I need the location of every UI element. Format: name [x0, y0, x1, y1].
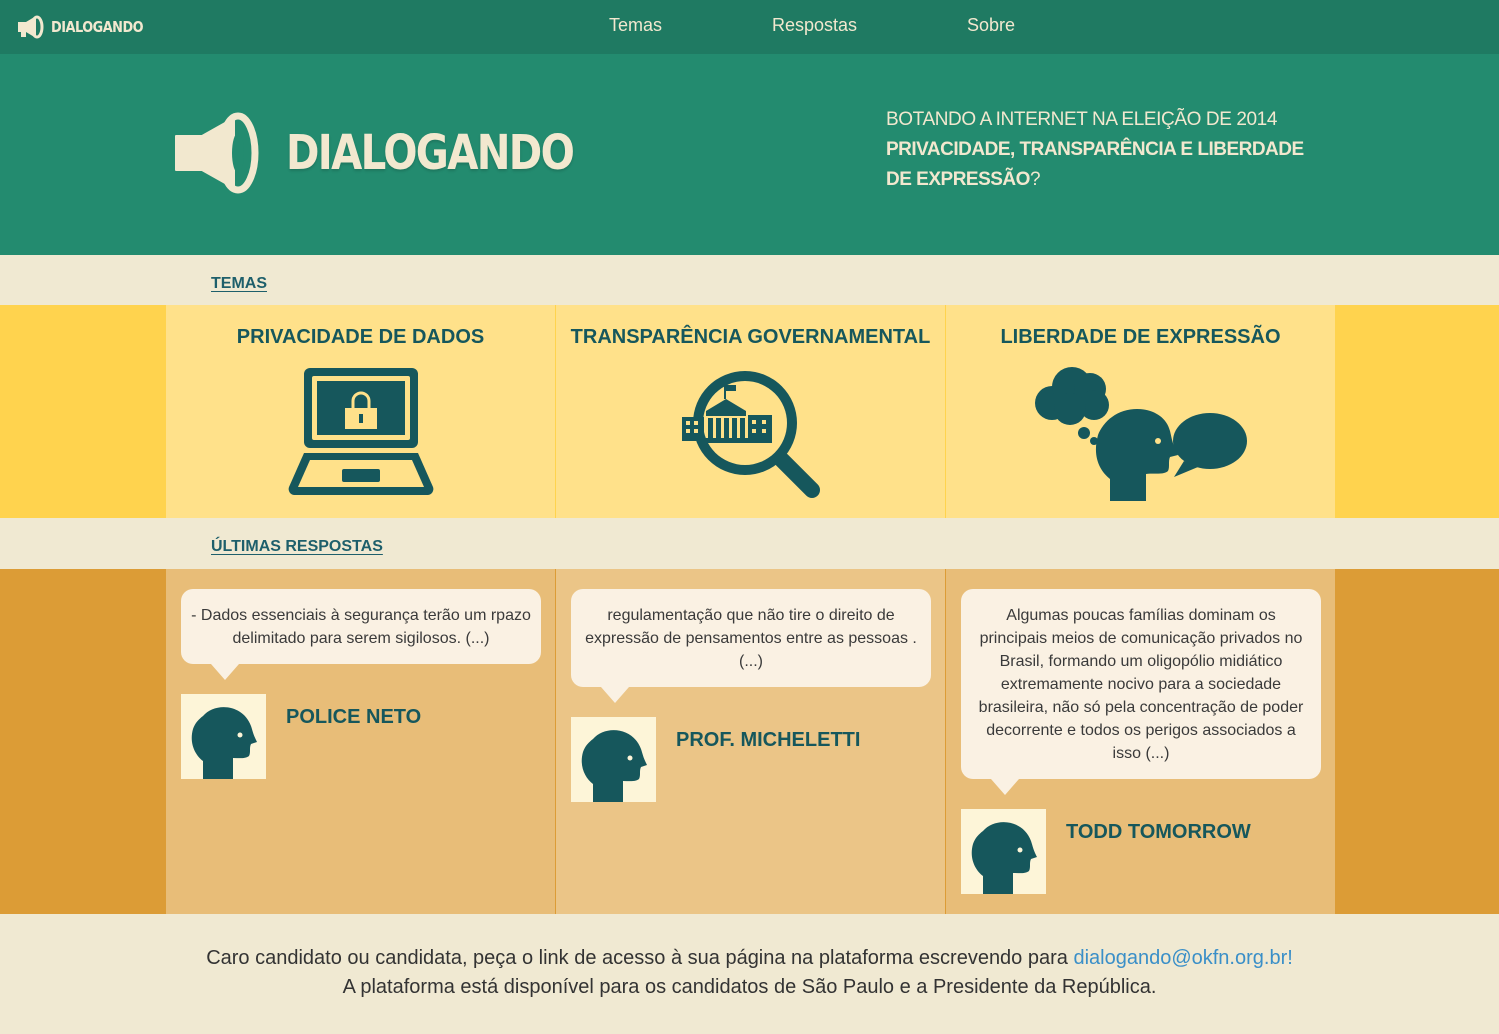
contact-email-link[interactable]: dialogando@okfn.org.br!	[1073, 947, 1292, 969]
resposta-card[interactable]: Algumas poucas famílias dominam os princ…	[946, 569, 1335, 914]
magnifier-government-icon	[682, 371, 820, 498]
quote-bubble: - Dados essenciais à segurança terão um …	[181, 589, 541, 680]
head-thought-speech-icon	[1035, 367, 1247, 501]
quote-bubble: Algumas poucas famílias dominam os princ…	[961, 589, 1321, 795]
resposta-card[interactable]: - Dados essenciais à segurança terão um …	[166, 569, 555, 914]
brand-link[interactable]: DIALOGANDO	[16, 14, 158, 40]
quote-bubble: regulamentação que não tire o direito de…	[571, 589, 931, 703]
tagline-line-1: BOTANDO A INTERNET NA ELEIÇÃO DE 2014	[886, 109, 1278, 130]
footer-text: Caro candidato ou candidata, peça o link…	[206, 947, 1074, 969]
author-name[interactable]: TODD TOMORROW	[1066, 821, 1251, 844]
section-label-temas[interactable]: TEMAS	[211, 275, 267, 293]
laptop-lock-icon	[288, 368, 434, 495]
footer-line-2: A plataforma está disponível para os can…	[342, 976, 1157, 998]
footer-line-1: Caro candidato ou candidata, peça o link…	[0, 944, 1499, 973]
avatar	[571, 717, 656, 802]
author-name[interactable]: POLICE NETO	[286, 706, 421, 729]
top-navbar: DIALOGANDO Temas Respostas Sobre	[0, 0, 1499, 54]
head-icon	[191, 707, 257, 779]
avatar	[961, 809, 1046, 894]
tema-title: TRANSPARÊNCIA GOVERNAMENTAL	[570, 326, 931, 348]
nav-link-sobre[interactable]: Sobre	[967, 15, 1015, 36]
tema-card-liberdade[interactable]: LIBERDADE DE EXPRESSÃO	[946, 305, 1335, 518]
avatar	[181, 694, 266, 779]
megaphone-icon	[18, 15, 44, 39]
hero-title: DIALOGANDO	[286, 125, 575, 181]
author-name[interactable]: PROF. MICHELETTI	[676, 729, 860, 752]
tema-card-privacidade[interactable]: PRIVACIDADE DE DADOS	[166, 305, 555, 518]
hero-tagline: BOTANDO A INTERNET NA ELEIÇÃO DE 2014 PR…	[886, 105, 1326, 195]
footer: Caro candidato ou candidata, peça o link…	[0, 944, 1499, 1002]
tema-title: LIBERDADE DE EXPRESSÃO	[1000, 326, 1281, 348]
head-icon	[971, 822, 1037, 894]
head-icon	[581, 730, 647, 802]
resposta-card[interactable]: regulamentação que não tire o direito de…	[556, 569, 945, 914]
hero-logo: DIALOGANDO	[172, 112, 628, 194]
section-label-respostas[interactable]: ÚLTIMAS RESPOSTAS	[211, 538, 383, 556]
nav-link-respostas[interactable]: Respostas	[772, 15, 857, 36]
megaphone-logo-icon	[175, 112, 259, 194]
brand-text: DIALOGANDO	[51, 18, 144, 36]
tema-title: PRIVACIDADE DE DADOS	[236, 326, 485, 348]
tagline-topics: PRIVACIDADE, TRANSPARÊNCIA E LIBERDADE D…	[886, 139, 1304, 190]
nav-link-temas[interactable]: Temas	[609, 15, 662, 36]
tema-card-transparencia[interactable]: TRANSPARÊNCIA GOVERNAMENTAL	[556, 305, 945, 518]
tagline-question-mark: ?	[1029, 169, 1041, 190]
